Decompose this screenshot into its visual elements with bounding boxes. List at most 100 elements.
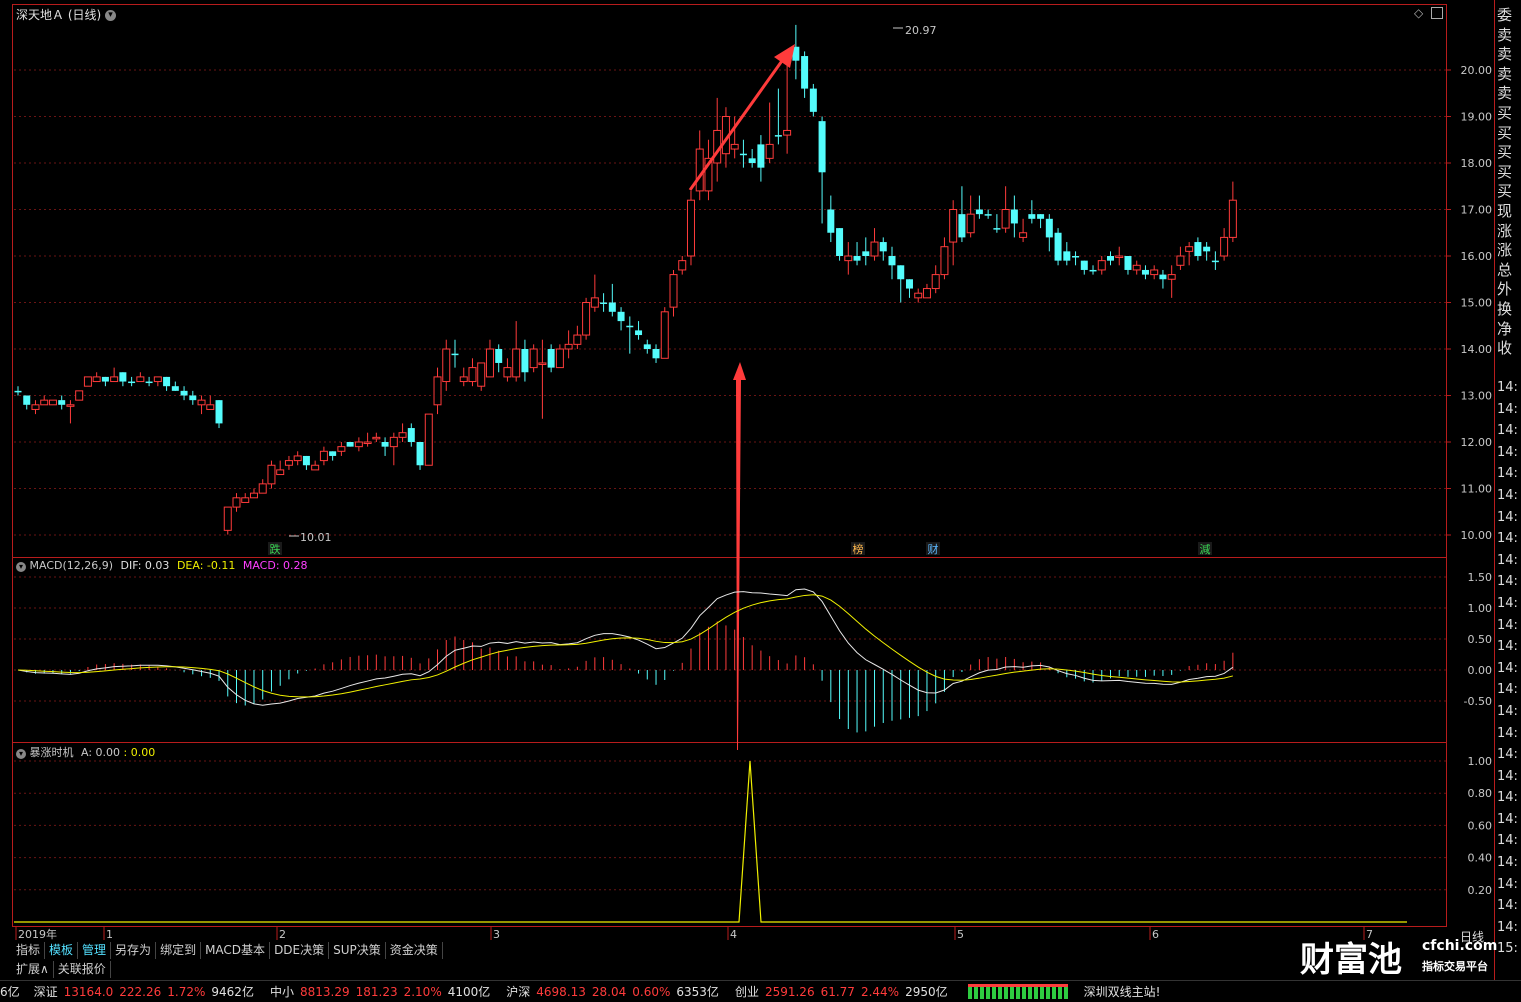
- sub-tabs: 扩展∧ 关联报价: [12, 961, 111, 978]
- y-tick-label: 20.00: [1461, 64, 1493, 77]
- tab-1[interactable]: 模板: [45, 942, 79, 959]
- tab-4[interactable]: 绑定到: [156, 942, 202, 959]
- indicator-tabs: 指标 模板 管理 另存为 绑定到 MACD基本 DDE决策 SUP决策 资金决策: [12, 942, 443, 959]
- site-text: cfchi.com: [1422, 938, 1498, 954]
- candle-body: [276, 469, 285, 476]
- sub-tab-1[interactable]: 关联报价: [54, 961, 111, 978]
- quote-label: 买: [1497, 103, 1513, 122]
- tab-6[interactable]: DDE决策: [270, 942, 330, 959]
- event-marker: 跌: [270, 542, 281, 556]
- collapse-icon[interactable]: ▾: [16, 749, 26, 759]
- candle-body: [1176, 255, 1185, 266]
- candle-body: [83, 376, 92, 387]
- index-pct: 2.10%: [403, 984, 442, 999]
- indicator-name: 暴涨时机: [29, 746, 74, 759]
- candle-body: [337, 446, 346, 452]
- indicator-title: ▾ 暴涨时机 A: 0.00 : 0.00: [16, 744, 155, 760]
- quote-label: 买: [1497, 143, 1513, 162]
- candle-body: [1124, 256, 1132, 270]
- candle-body: [1150, 269, 1159, 276]
- candle-body: [398, 432, 407, 438]
- collapse-icon[interactable]: ▾: [16, 562, 26, 572]
- tab-2[interactable]: 管理: [78, 942, 112, 959]
- indicator-y-label: 1.00: [1468, 755, 1493, 768]
- candle-body: [433, 376, 442, 406]
- dea-line: [17, 594, 1233, 698]
- dropdown-icon[interactable]: ▾: [105, 10, 117, 21]
- candle-body: [879, 242, 887, 252]
- diamond-icon[interactable]: ◇: [1414, 6, 1423, 20]
- quote-label: 卖: [1497, 84, 1513, 103]
- indicator-line: [14, 760, 1407, 923]
- candle-body: [984, 214, 992, 216]
- candle-body: [538, 362, 547, 365]
- tab-0[interactable]: 指标: [12, 942, 46, 959]
- y-tick-label: 10.00: [1461, 529, 1493, 542]
- tick-time: 14:: [1497, 380, 1518, 395]
- y-tick-label: 14.00: [1461, 343, 1493, 356]
- candle-body: [267, 464, 276, 485]
- candle-body: [424, 413, 433, 466]
- candle-body: [529, 348, 538, 369]
- candle-body: [940, 246, 949, 276]
- candle-body: [765, 143, 774, 159]
- candle-body: [1185, 246, 1194, 252]
- status-prefix: 6亿: [0, 985, 20, 999]
- candle-body: [1141, 269, 1149, 275]
- candle-body: [1159, 274, 1167, 280]
- tick-time: 14:: [1497, 487, 1518, 503]
- server-status: 深圳双线主站!: [1083, 985, 1161, 999]
- candlestick-chart[interactable]: 20.0019.0018.0017.0016.0015.0014.0013.00…: [0, 0, 1521, 1001]
- index-volume: 9462亿: [211, 985, 254, 999]
- candle-body: [809, 88, 817, 112]
- candle-body: [818, 121, 826, 173]
- candle-body: [23, 395, 31, 405]
- event-marker: 财: [928, 542, 939, 556]
- candle-body: [564, 343, 573, 350]
- sub-tab-0[interactable]: 扩展∧: [12, 961, 54, 978]
- candle-body: [1107, 256, 1114, 261]
- side-divider: [1494, 0, 1495, 980]
- tab-8[interactable]: 资金决策: [386, 942, 443, 959]
- candle-body: [1115, 255, 1124, 258]
- candle-body: [241, 497, 250, 503]
- indicator-y-label: 0.20: [1468, 884, 1493, 897]
- candle-body: [931, 274, 940, 290]
- candle-body: [1089, 269, 1097, 272]
- candle-body: [302, 455, 310, 466]
- candle-body: [284, 460, 293, 466]
- tick-time: 14:: [1497, 855, 1518, 871]
- candle-body: [853, 256, 861, 261]
- brand-text: 财富池: [1300, 940, 1402, 980]
- window-restore-icon[interactable]: [1431, 7, 1443, 19]
- candle-body: [1028, 214, 1036, 219]
- tick-time: 14:: [1497, 703, 1518, 719]
- candle-body: [512, 348, 521, 378]
- y-tick-label: 18.00: [1461, 157, 1493, 170]
- candle-body: [660, 311, 669, 359]
- tab-5[interactable]: MACD基本: [201, 942, 271, 959]
- candle-body: [153, 376, 162, 383]
- candle-body: [590, 297, 599, 308]
- candle-body: [975, 209, 983, 215]
- y-tick-label: 13.00: [1461, 390, 1493, 403]
- tab-7[interactable]: SUP决策: [329, 942, 386, 959]
- quote-label: 卖: [1497, 64, 1513, 83]
- stock-title[interactable]: 深天地Ａ (日线) ▾: [16, 6, 117, 23]
- candle-body: [521, 349, 529, 373]
- candle-body: [189, 395, 197, 401]
- macd-y-label: 0.50: [1468, 633, 1493, 646]
- candle-body: [626, 325, 634, 328]
- candle-body: [1167, 274, 1176, 280]
- y-tick-label: 12.00: [1461, 436, 1493, 449]
- tick-time: 14:: [1497, 574, 1518, 590]
- candle-body: [468, 367, 477, 383]
- candle-body: [897, 265, 905, 280]
- candle-body: [1019, 232, 1028, 238]
- tick-time: 14:: [1497, 401, 1518, 417]
- candle-body: [407, 428, 415, 442]
- tick-time: 14:: [1497, 876, 1518, 892]
- quote-label: 换: [1497, 299, 1513, 318]
- macd-title: ▾ MACD(12,26,9) DIF: 0.03 DEA: -0.11 MAC…: [16, 559, 308, 572]
- tab-3[interactable]: 另存为: [111, 942, 157, 959]
